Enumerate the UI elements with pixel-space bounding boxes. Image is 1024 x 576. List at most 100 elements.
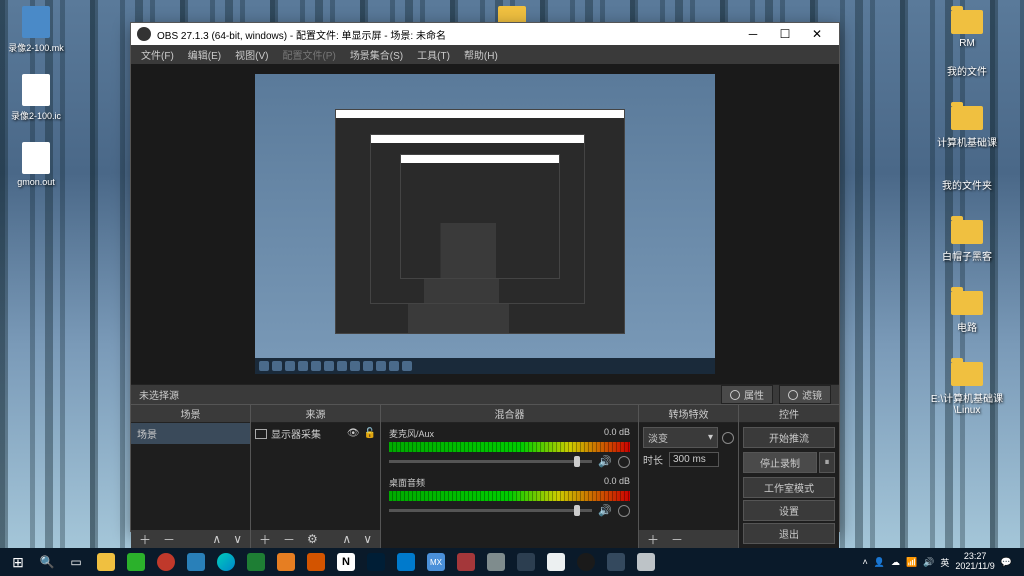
sources-footer: ＋ － ⚙ ∧ ∨: [251, 530, 380, 548]
desktop-file-recording-ic[interactable]: 录像2-100.ic: [6, 74, 66, 122]
tray-volume-icon[interactable]: 🔊: [923, 557, 934, 568]
menu-view[interactable]: 视图(V): [229, 45, 274, 64]
add-transition-button[interactable]: ＋: [643, 531, 663, 548]
taskbar-app-edge[interactable]: [212, 550, 240, 574]
mic-volume-slider[interactable]: [389, 460, 592, 463]
desktop-mute-button[interactable]: 🔊: [598, 504, 612, 517]
obs-titlebar[interactable]: OBS 27.1.3 (64-bit, windows) - 配置文件: 单显示…: [131, 23, 839, 45]
desktop-folder-whitehat[interactable]: 白帽子黑客: [922, 220, 1012, 263]
pause-recording-button[interactable]: ⏸: [819, 452, 835, 473]
folder-icon: [951, 220, 983, 244]
taskbar-app-excel[interactable]: [242, 550, 270, 574]
taskbar-clock[interactable]: 23:27 2021/11/9: [955, 552, 994, 572]
desktop-folder-cs-basics[interactable]: 计算机基础课: [922, 106, 1012, 149]
studio-mode-button[interactable]: 工作室模式: [743, 477, 835, 498]
desktop-folder-linux[interactable]: E:\计算机基础课\Linux: [922, 362, 1012, 416]
obs-app-icon: [137, 27, 151, 41]
scenes-footer: ＋ － ∧ ∨: [131, 530, 250, 548]
taskbar-app-photoshop[interactable]: [362, 550, 390, 574]
scene-item[interactable]: 场景: [131, 423, 250, 444]
remove-transition-button[interactable]: －: [667, 531, 687, 548]
minimize-button[interactable]: ─: [737, 23, 769, 45]
taskbar-app-white[interactable]: [542, 550, 570, 574]
notification-button[interactable]: 💬: [1001, 557, 1012, 568]
properties-button[interactable]: 属性: [721, 385, 773, 404]
taskbar-tray: ˄ 👤 ☁ 📶 🔊 英 23:27 2021/11/9 💬: [862, 552, 1020, 572]
filters-button[interactable]: 滤镜: [779, 385, 831, 404]
mic-mute-button[interactable]: 🔊: [598, 455, 612, 468]
transitions-dock: 转场特效 淡变 ▾ 时长 ＋ －: [639, 405, 739, 548]
taskbar-app-notion[interactable]: N: [332, 550, 360, 574]
sources-list[interactable]: 显示器采集 👁 🔓: [251, 423, 380, 530]
taskbar-app-mx[interactable]: MX: [422, 550, 450, 574]
mixer-channel-mic: 麦克风/Aux0.0 dB 🔊: [381, 423, 638, 472]
menu-scenecollection[interactable]: 场景集合(S): [344, 45, 409, 64]
desktop-file-recording-mk[interactable]: 录像2-100.mk: [6, 6, 66, 54]
taskbar-app-gray[interactable]: [482, 550, 510, 574]
transition-duration-input[interactable]: [669, 452, 719, 467]
source-down-button[interactable]: ∨: [359, 532, 376, 546]
menu-file[interactable]: 文件(F): [135, 45, 180, 64]
tray-wifi-icon[interactable]: 📶: [906, 557, 917, 568]
desktop-folder-rm[interactable]: RM: [922, 10, 1012, 49]
transition-select[interactable]: 淡变 ▾: [643, 427, 718, 448]
mic-settings-button[interactable]: [618, 456, 630, 468]
taskbar-app-obs[interactable]: [572, 550, 600, 574]
desktop-file-gmonout[interactable]: gmon.out: [6, 142, 66, 187]
search-button[interactable]: 🔍: [34, 550, 60, 574]
desktop-level-meter: [389, 491, 630, 501]
lock-toggle[interactable]: 🔓: [364, 428, 376, 439]
scene-down-button[interactable]: ∨: [229, 532, 246, 546]
visibility-toggle[interactable]: 👁: [347, 428, 360, 439]
start-streaming-button[interactable]: 开始推流: [743, 427, 835, 448]
taskbar-app-wechat[interactable]: [122, 550, 150, 574]
transition-settings-button[interactable]: [722, 432, 734, 444]
settings-button[interactable]: 设置: [743, 500, 835, 521]
desktop-volume-slider[interactable]: [389, 509, 592, 512]
desktop-label-myfolder[interactable]: 我的文件夹: [922, 177, 1012, 192]
close-button[interactable]: ✕: [801, 23, 833, 45]
add-scene-button[interactable]: ＋: [135, 531, 155, 548]
tray-ime[interactable]: 英: [940, 556, 949, 569]
stop-recording-button[interactable]: 停止录制: [743, 452, 817, 473]
menu-profile[interactable]: 配置文件(P): [276, 45, 341, 64]
windows-taskbar: ⊞ 🔍 ▭ N MX ˄ 👤 ☁ 📶 🔊 英 23:27 2021/11/9 💬: [0, 548, 1024, 576]
menu-help[interactable]: 帮助(H): [458, 45, 504, 64]
scene-up-button[interactable]: ∧: [208, 532, 225, 546]
source-item-display[interactable]: 显示器采集 👁 🔓: [251, 423, 380, 444]
taskbar-app-vscode[interactable]: [392, 550, 420, 574]
taskbar-app-blue[interactable]: [182, 550, 210, 574]
tray-onedrive-icon[interactable]: ☁: [891, 557, 900, 568]
taskbar-app-orange[interactable]: [272, 550, 300, 574]
taskbar-app-dark[interactable]: [512, 550, 540, 574]
taskbar-app-dev[interactable]: [602, 550, 630, 574]
menu-edit[interactable]: 编辑(E): [182, 45, 227, 64]
exit-button[interactable]: 退出: [743, 523, 835, 544]
remove-scene-button[interactable]: －: [159, 531, 179, 548]
preview-display-capture: [255, 74, 715, 374]
maximize-button[interactable]: ☐: [769, 23, 801, 45]
add-source-button[interactable]: ＋: [255, 531, 275, 548]
transitions-footer: ＋ －: [639, 530, 738, 548]
source-up-button[interactable]: ∧: [338, 532, 355, 546]
scenes-list[interactable]: 场景: [131, 423, 250, 530]
obs-preview-area[interactable]: [131, 64, 839, 384]
folder-icon: [951, 106, 983, 130]
tray-chevron-icon[interactable]: ˄: [862, 557, 867, 567]
source-gear-button[interactable]: ⚙: [303, 532, 322, 546]
taskbar-app-access[interactable]: [452, 550, 480, 574]
file-icon: [22, 74, 50, 106]
taskbar-app-explorer[interactable]: [92, 550, 120, 574]
task-view-button[interactable]: ▭: [62, 550, 90, 574]
desktop-folder-circuits[interactable]: 电路: [922, 291, 1012, 334]
tray-people-icon[interactable]: 👤: [874, 557, 885, 568]
taskbar-app-light[interactable]: [632, 550, 660, 574]
start-button[interactable]: ⊞: [4, 550, 32, 574]
desktop-settings-button[interactable]: [618, 505, 630, 517]
file-icon: [22, 142, 50, 174]
taskbar-app-orange2[interactable]: [302, 550, 330, 574]
taskbar-app-red[interactable]: [152, 550, 180, 574]
remove-source-button[interactable]: －: [279, 531, 299, 548]
desktop-label-myfiles[interactable]: 我的文件: [922, 63, 1012, 78]
menu-tools[interactable]: 工具(T): [411, 45, 456, 64]
